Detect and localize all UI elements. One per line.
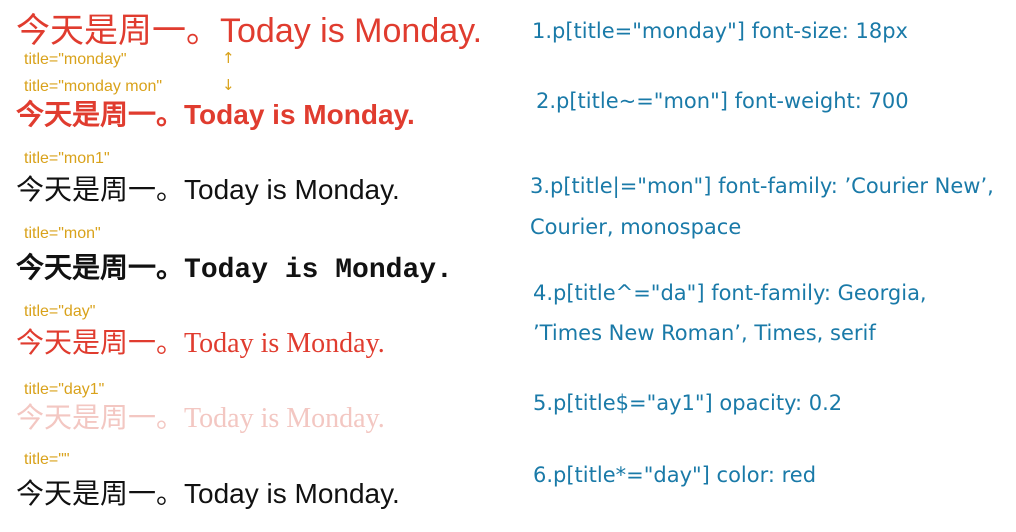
demo-line-en: Today is Monday. bbox=[184, 403, 385, 434]
demo-line-cjk: 今天是周一。 bbox=[16, 11, 220, 51]
rule-5: 5.p[title$="ay1"] opacity: 0.2 bbox=[533, 391, 843, 415]
demo-line-empty: 今天是周一。Today is Monday. bbox=[16, 480, 400, 508]
demo-line-en: Today is Monday. bbox=[184, 255, 453, 286]
demo-line-cjk: 今天是周一。 bbox=[16, 98, 185, 131]
demo-line-monday-mon: 今天是周一。Today is Monday. bbox=[16, 101, 415, 129]
demo-line-cjk: 今天是周一。 bbox=[16, 477, 185, 510]
demo-line-cjk: 今天是周一。 bbox=[16, 173, 185, 206]
demo-line-day1: 今天是周一。Today is Monday. bbox=[16, 404, 385, 433]
demo-line-en: Today is Monday. bbox=[184, 478, 400, 509]
demo-line-cjk: 今天是周一。 bbox=[16, 251, 185, 284]
title-tag-mon1: title="mon1" bbox=[24, 150, 110, 167]
title-tag-day1: title="day1" bbox=[24, 381, 105, 398]
demo-line-mon: 今天是周一。Today is Monday. bbox=[16, 254, 453, 285]
arrow-down-icon: ↓ bbox=[222, 76, 235, 94]
rule-3: 3.p[title|="mon"] font-family: ’Courier … bbox=[530, 174, 994, 198]
demo-line-cjk: 今天是周一。 bbox=[16, 326, 185, 359]
demo-line-en: Today is Monday. bbox=[184, 99, 415, 130]
demo-line-mon1: 今天是周一。Today is Monday. bbox=[16, 176, 400, 204]
title-tag-mon: title="mon" bbox=[24, 225, 101, 242]
demo-line-day: 今天是周一。Today is Monday. bbox=[16, 329, 385, 358]
demo-line-en: Today is Monday. bbox=[220, 12, 483, 50]
rule-3-cont: Courier, monospace bbox=[530, 215, 742, 239]
demo-line-cjk: 今天是周一。 bbox=[16, 401, 185, 434]
title-tag-empty: title="" bbox=[24, 451, 70, 468]
rule-6: 6.p[title*="day"] color: red bbox=[533, 463, 817, 487]
rule-4-cont: ’Times New Roman’, Times, serif bbox=[533, 321, 876, 345]
title-tag-monday-mon: title="monday mon" bbox=[24, 78, 163, 95]
demo-line-monday: 今天是周一。Today is Monday. bbox=[16, 14, 482, 48]
rule-2: 2.p[title~="mon"] font-weight: 700 bbox=[536, 89, 909, 113]
demo-line-en: Today is Monday. bbox=[184, 328, 385, 359]
rule-1: 1.p[title="monday"] font-size: 18px bbox=[532, 19, 908, 43]
demo-line-en: Today is Monday. bbox=[184, 174, 400, 205]
rule-4: 4.p[title^="da"] font-family: Georgia, bbox=[533, 281, 927, 305]
title-tag-day: title="day" bbox=[24, 303, 96, 320]
arrow-up-icon: ↑ bbox=[222, 49, 235, 67]
title-tag-monday: title="monday" bbox=[24, 51, 127, 68]
